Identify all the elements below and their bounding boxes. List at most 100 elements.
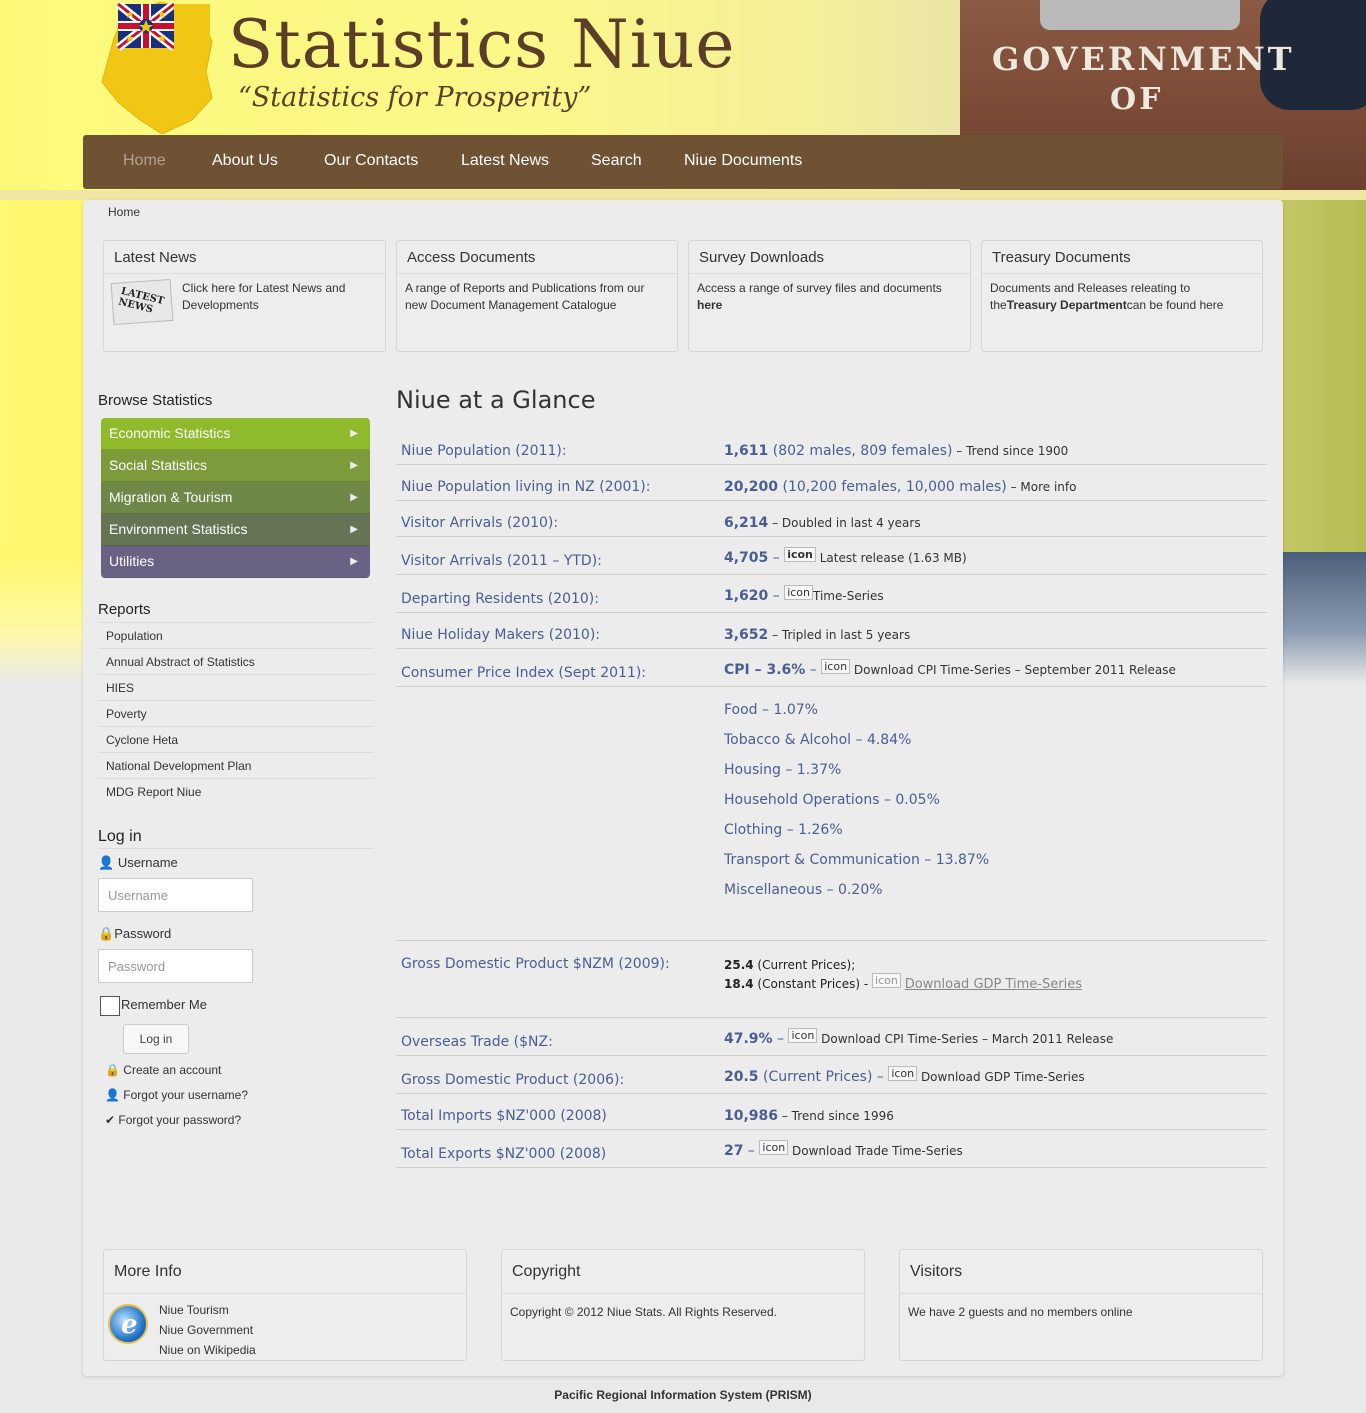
create-account-link[interactable]: 🔒 Create an account [105, 1063, 221, 1077]
document-icon[interactable]: icon [888, 1066, 918, 1081]
glance-label: Total Exports $NZ'000 (2008) [401, 1146, 607, 1162]
document-icon[interactable]: icon [759, 1140, 789, 1155]
site-title[interactable]: Statistics Niue [228, 6, 735, 83]
glance-label: Consumer Price Index (Sept 2011): [401, 665, 647, 681]
latest-news-module: Latest News LATEST NEWS Click here for L… [103, 240, 386, 352]
lock-icon: 🔒 [105, 1063, 120, 1077]
user-icon: 👤 [98, 855, 115, 870]
glance-value: CPI – 3.6% – icon Download CPI Time-Seri… [724, 659, 1176, 678]
breadcrumb[interactable]: Home [108, 205, 140, 219]
reports-title: Reports [98, 601, 151, 618]
browse-item-environment[interactable]: Environment Statistics ▶ [101, 514, 370, 546]
access-documents-module: Access Documents A range of Reports and … [396, 240, 678, 352]
password-input[interactable] [98, 949, 253, 983]
login-button[interactable]: Log in [123, 1024, 189, 1054]
niue-tourism-link[interactable]: Niue Tourism [159, 1300, 458, 1320]
glance-row-total-imports: Total Imports $NZ'000 (2008) 10,986 – Tr… [396, 1094, 1267, 1130]
visitors-module: Visitors We have 2 guests and no members… [899, 1249, 1263, 1361]
document-icon[interactable]: icon [784, 547, 816, 562]
document-icon[interactable]: icon [788, 1028, 818, 1043]
nav-our-contacts[interactable]: Our Contacts [324, 152, 418, 170]
chevron-right-icon: ▶ [350, 524, 358, 535]
download-gdp-link[interactable]: Download GDP Time-Series [905, 977, 1082, 992]
report-link-national-development-plan[interactable]: National Development Plan [98, 752, 374, 778]
browse-item-utilities[interactable]: Utilities ▶ [101, 546, 370, 578]
niue-flag-map-logo[interactable] [100, 2, 215, 134]
username-input[interactable] [98, 878, 253, 912]
glance-value: 6,214 – Doubled in last 4 years [724, 515, 921, 531]
document-icon[interactable]: icon [784, 585, 814, 600]
time-series-link[interactable]: Time-Series [813, 589, 884, 603]
sign-text-line1: GOVERNMENT [992, 40, 1295, 78]
forgot-password-link[interactable]: ✔ Forgot your password? [105, 1113, 241, 1127]
access-documents-text[interactable]: A range of Reports and Publications from… [397, 274, 677, 320]
latest-news-image[interactable]: LATEST NEWS [110, 278, 174, 326]
download-cpi-link[interactable]: Download CPI Time-Series – March 2011 Re… [817, 1032, 1113, 1046]
glance-label: Departing Residents (2010): [401, 591, 599, 607]
browse-statistics-menu: Economic Statistics ▶ Social Statistics ▶ … [101, 418, 370, 578]
glance-value: 20.5 (Current Prices) – icon Download GD… [724, 1066, 1085, 1085]
remember-me-checkbox[interactable] [100, 996, 120, 1016]
main-navigation: Home About Us Our Contacts Latest News S… [83, 135, 1283, 189]
glance-row-gdp-2006: Gross Domestic Product (2006): 20.5 (Cur… [396, 1056, 1267, 1094]
report-link-annual-abstract[interactable]: Annual Abstract of Statistics [98, 648, 374, 674]
download-gdp-link[interactable]: Download GDP Time-Series [917, 1070, 1085, 1084]
login-title: Log in [98, 828, 374, 849]
password-label: 🔒Password [98, 926, 172, 941]
nav-niue-documents[interactable]: Niue Documents [684, 152, 802, 170]
trend-link[interactable]: – Trend since 1996 [778, 1109, 894, 1123]
survey-downloads-link[interactable]: here [697, 298, 722, 312]
copyright-module: Copyright Copyright © 2012 Niue Stats. A… [501, 1249, 865, 1361]
survey-downloads-text: Access a range of survey files and docum… [697, 281, 942, 312]
glance-value: 27 – icon Download Trade Time-Series [724, 1140, 963, 1159]
more-info-link[interactable]: – More info [1007, 480, 1077, 494]
trend-link[interactable]: – Trend since 1900 [952, 444, 1068, 458]
module-title: Access Documents [397, 241, 677, 274]
download-trade-link[interactable]: Download Trade Time-Series [788, 1144, 963, 1158]
report-link-poverty[interactable]: Poverty [98, 700, 374, 726]
report-link-cyclone-heta[interactable]: Cyclone Heta [98, 726, 374, 752]
browse-item-social[interactable]: Social Statistics ▶ [101, 450, 370, 482]
glance-label: Visitor Arrivals (2011 – YTD): [401, 553, 602, 569]
site-tagline: “Statistics for Prosperity” [238, 82, 592, 113]
glance-label: Overseas Trade ($NZ: [401, 1034, 553, 1050]
download-cpi-link[interactable]: Download CPI Time-Series – September 201… [850, 663, 1176, 677]
glance-title: Niue at a Glance [396, 386, 596, 414]
document-icon[interactable]: icon [872, 973, 901, 988]
copyright-text: Copyright © 2012 Niue Stats. All Rights … [510, 1305, 777, 1319]
glance-label: Niue Population (2011): [401, 443, 567, 459]
nav-about-us[interactable]: About Us [212, 152, 278, 170]
module-title: Survey Downloads [689, 241, 970, 274]
cpi-item-tobacco-alcohol: Tobacco & Alcohol – 4.84% [724, 732, 912, 748]
cpi-item-household-operations: Household Operations – 0.05% [724, 792, 940, 808]
chevron-right-icon: ▶ [350, 460, 358, 471]
chevron-right-icon: ▶ [350, 492, 358, 503]
report-link-hies[interactable]: HIES [98, 674, 374, 700]
module-title: Copyright [502, 1250, 864, 1294]
sign-text-line2: OF [1110, 82, 1164, 117]
report-link-mdg-report[interactable]: MDG Report Niue [98, 778, 374, 804]
latest-release-link[interactable]: Latest release (1.63 MB) [816, 551, 967, 565]
glance-label: Niue Holiday Makers (2010): [401, 627, 601, 643]
browse-item-economic[interactable]: Economic Statistics ▶ [101, 418, 370, 450]
report-link-population[interactable]: Population [98, 622, 374, 648]
niue-government-link[interactable]: Niue Government [159, 1320, 458, 1340]
document-icon[interactable]: icon [821, 659, 851, 674]
niue-wikipedia-link[interactable]: Niue on Wikipedia [159, 1340, 458, 1360]
nav-search[interactable]: Search [591, 152, 642, 170]
cpi-item-food: Food – 1.07% [724, 702, 818, 718]
glance-row-total-exports: Total Exports $NZ'000 (2008) 27 – icon D… [396, 1130, 1267, 1168]
treasury-department-link[interactable]: Treasury Department [1007, 298, 1127, 312]
module-title: More Info [104, 1250, 466, 1294]
nav-home[interactable]: Home [123, 152, 166, 170]
gdp-constant-prices: 18.4 (Constant Prices) - icon Download G… [724, 973, 1082, 992]
user-icon: 👤 [105, 1088, 120, 1102]
glance-value: 1,620 – icon Time-Series [724, 585, 884, 604]
more-info-module: More Info e Niue Tourism Niue Government… [103, 1249, 467, 1361]
nav-latest-news[interactable]: Latest News [461, 152, 549, 170]
footer-text[interactable]: Pacific Regional Information System (PRI… [0, 1388, 1366, 1402]
browse-item-migration-tourism[interactable]: Migration & Tourism ▶ [101, 482, 370, 514]
cpi-item-transport-communication: Transport & Communication – 13.87% [724, 852, 990, 868]
forgot-username-link[interactable]: 👤 Forgot your username? [105, 1088, 248, 1102]
treasury-documents-module: Treasury Documents Documents and Release… [981, 240, 1263, 352]
